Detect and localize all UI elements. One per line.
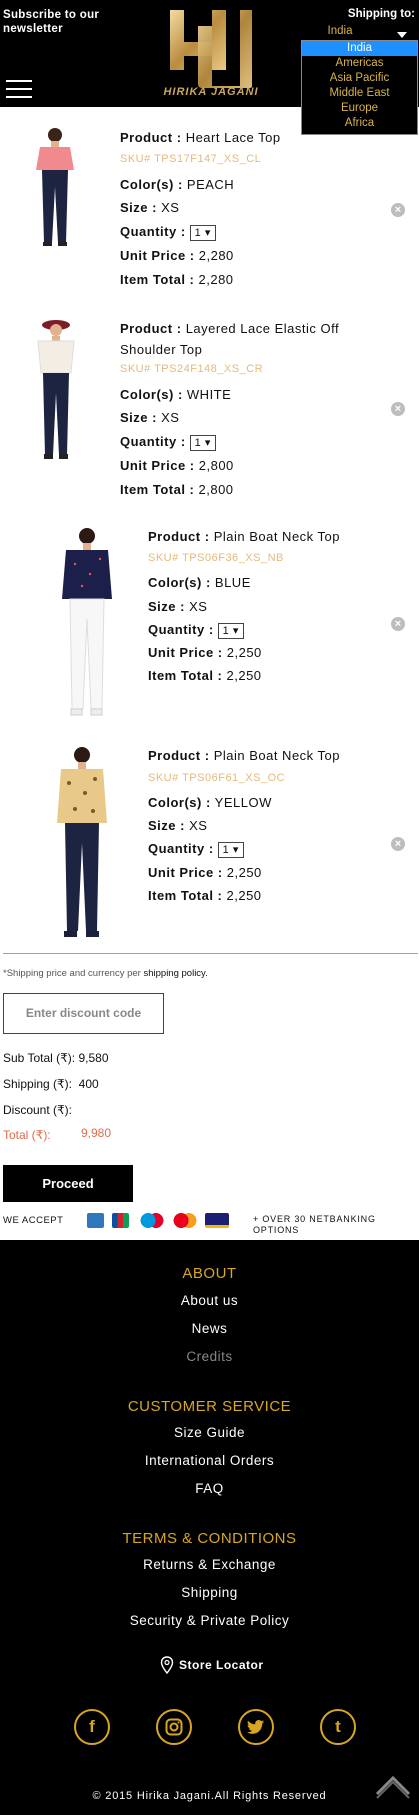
remove-item-icon[interactable]: × [391, 837, 405, 851]
instagram-icon[interactable] [156, 1709, 192, 1745]
total-amount: 9,980 [81, 1126, 112, 1140]
shipping-selected[interactable]: India [300, 25, 380, 37]
divider [3, 953, 418, 954]
shipping-option-asia-pacific[interactable]: Asia Pacific [302, 71, 417, 86]
brand-logo[interactable] [168, 8, 254, 88]
footer-link-returns[interactable]: Returns & Exchange [0, 1557, 419, 1572]
product-size: Size : XS [148, 818, 208, 833]
footer-heading-service: CUSTOMER SERVICE [127, 1398, 292, 1415]
product-size: Size : XS [120, 200, 180, 215]
product-name: Product : Plain Boat Neck Top [148, 529, 341, 544]
shipping-option-europe[interactable]: Europe [302, 101, 417, 116]
product-sku: SKU# TPS06F36_XS_NB [148, 552, 284, 564]
quantity-select[interactable]: 1 ▾ [189, 434, 216, 451]
quantity-select[interactable]: 1 ▾ [217, 622, 244, 639]
discount-amount: Discount (₹): [3, 1103, 72, 1117]
shipping-cost: Shipping (₹): 400 [3, 1077, 99, 1091]
product-image[interactable] [30, 125, 80, 248]
product-image[interactable] [55, 743, 110, 943]
product-unit-price: Unit Price : 2,250 [148, 865, 262, 880]
remove-item-icon[interactable]: × [391, 617, 405, 631]
mastercard-icon [172, 1213, 198, 1228]
product-size: Size : XS [148, 599, 208, 614]
facebook-icon[interactable]: f [74, 1709, 110, 1745]
shipping-policy-link[interactable]: shipping policy. [143, 968, 207, 979]
quantity-select[interactable]: 1 ▾ [217, 841, 244, 858]
copyright: © 2015 Hirika Jagani.All Rights Reserved [92, 1790, 327, 1802]
tumblr-icon[interactable]: t [320, 1709, 356, 1745]
product-size: Size : XS [120, 410, 180, 425]
product-color: Color(s) : PEACH [120, 177, 235, 192]
remove-item-icon[interactable]: × [391, 402, 405, 416]
product-unit-price: Unit Price : 2,250 [148, 645, 262, 660]
product-item-total: Item Total : 2,250 [148, 888, 262, 903]
footer-link-security[interactable]: Security & Private Policy [0, 1613, 419, 1628]
shipping-option-americas[interactable]: Americas [302, 56, 417, 71]
remove-item-icon[interactable]: × [391, 203, 405, 217]
discount-code-input[interactable]: Enter discount code [3, 993, 164, 1034]
product-item-total: Item Total : 2,280 [120, 272, 234, 287]
footer-link-about-us[interactable]: About us [0, 1293, 419, 1308]
subscribe-link[interactable]: Subscribe to our newsletter [3, 8, 123, 36]
shipping-option-africa[interactable]: Africa [302, 116, 417, 131]
product-sku: SKU# TPS06F61_XS_OC [148, 772, 286, 784]
footer-link-shipping[interactable]: Shipping [0, 1585, 419, 1600]
product-name: Product : Plain Boat Neck Top [148, 748, 341, 763]
product-name: Product : Layered Lace Elastic Off Shoul… [120, 321, 340, 357]
map-pin-icon [160, 1656, 174, 1674]
product-name: Product : Heart Lace Top [120, 130, 281, 145]
shipping-note: *Shipping price and currency per shippin… [3, 968, 208, 979]
product-color: Color(s) : YELLOW [148, 795, 272, 810]
product-sku: SKU# TPS24F148_XS_CR [120, 363, 264, 375]
we-accept-label: WE ACCEPT [3, 1215, 64, 1226]
footer-link-credits[interactable]: Credits [0, 1349, 419, 1364]
back-to-top-icon[interactable] [373, 1770, 413, 1800]
product-sku: SKU# TPS17F147_XS_CL [120, 153, 262, 165]
product-quantity: Quantity :1 ▾ [120, 434, 216, 451]
amex-icon [87, 1213, 104, 1228]
proceed-button[interactable]: Proceed [3, 1165, 133, 1202]
shipping-dropdown[interactable]: India Americas Asia Pacific Middle East … [301, 40, 418, 135]
product-image[interactable] [33, 315, 79, 465]
shipping-option-middle-east[interactable]: Middle East [302, 86, 417, 101]
sub-total: Sub Total (₹): 9,580 [3, 1051, 109, 1065]
product-quantity: Quantity :1 ▾ [120, 224, 216, 241]
product-image[interactable] [60, 524, 115, 722]
product-quantity: Quantity :1 ▾ [148, 622, 244, 639]
footer-link-news[interactable]: News [0, 1321, 419, 1336]
shipping-label: Shipping to: [347, 8, 415, 20]
quantity-select[interactable]: 1 ▾ [189, 224, 216, 241]
footer-link-size-guide[interactable]: Size Guide [0, 1425, 419, 1440]
product-unit-price: Unit Price : 2,280 [120, 248, 234, 263]
brand-name: HIRIKA JAGANI [163, 86, 259, 98]
product-quantity: Quantity :1 ▾ [148, 841, 244, 858]
product-color: Color(s) : WHITE [120, 387, 232, 402]
product-item-total: Item Total : 2,800 [120, 482, 234, 497]
site-header: Subscribe to our newsletter HIRIKA JAGAN… [0, 0, 419, 135]
footer-heading-about: ABOUT [182, 1265, 237, 1282]
product-item-total: Item Total : 2,250 [148, 668, 262, 683]
netbanking-note: + OVER 30 NETBANKING OPTIONS [253, 1214, 376, 1235]
shipping-option-india[interactable]: India [302, 41, 417, 56]
chevron-down-icon[interactable] [397, 32, 407, 38]
maestro-icon [139, 1213, 165, 1228]
jcb-icon [112, 1213, 129, 1228]
store-locator-label: Store Locator [179, 1658, 264, 1672]
footer-link-faq[interactable]: FAQ [0, 1481, 419, 1496]
product-color: Color(s) : BLUE [148, 575, 251, 590]
footer-link-international-orders[interactable]: International Orders [0, 1453, 419, 1468]
visa-icon [205, 1213, 229, 1228]
twitter-icon[interactable] [238, 1709, 274, 1745]
product-unit-price: Unit Price : 2,800 [120, 458, 234, 473]
footer-heading-terms: TERMS & CONDITIONS [122, 1530, 297, 1547]
hamburger-menu-icon[interactable] [6, 80, 32, 98]
total-label: Total (₹): [3, 1128, 51, 1142]
